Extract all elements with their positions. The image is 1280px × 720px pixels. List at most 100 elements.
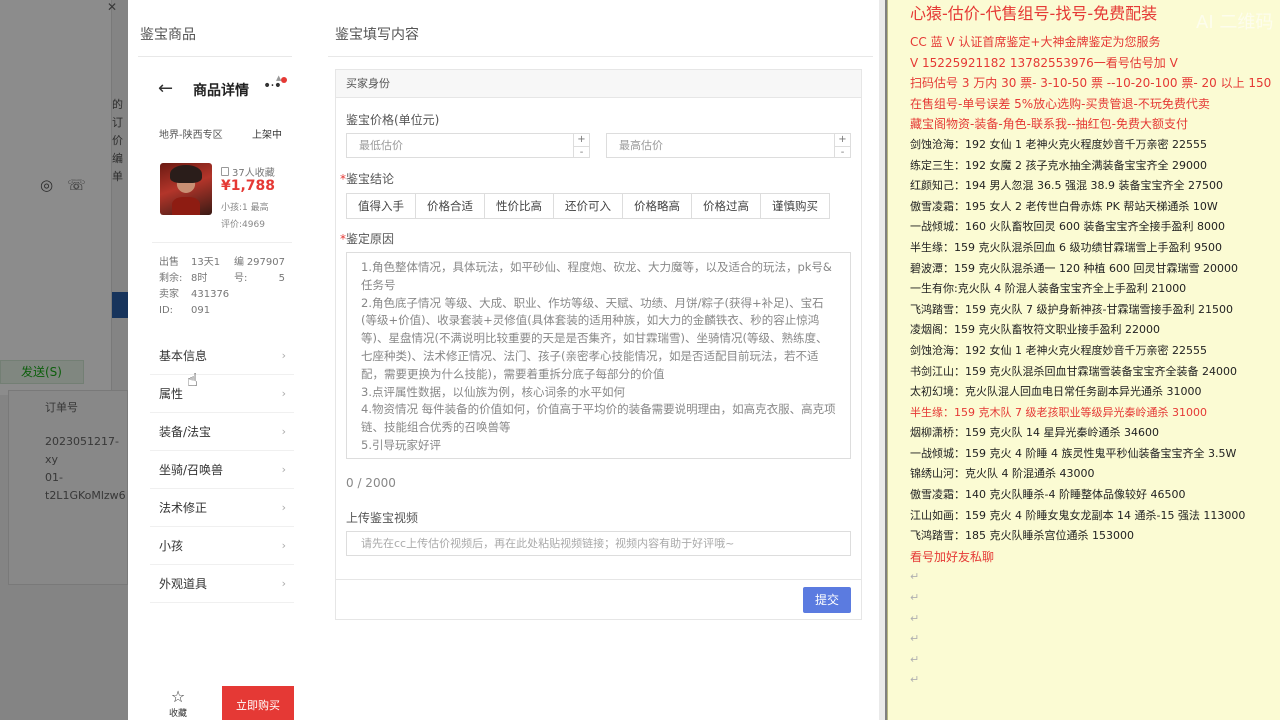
price: ¥1,788 [221,178,276,194]
stat-value: 297907 [246,257,285,268]
reason-placeholder-line: 5.引导玩家好评 [361,437,441,452]
reason-placeholder-line: 2.角色底子情况 等级、大成、职业、作坊等级、天赋、功绩、月饼/粽子(获得+补足… [361,295,828,381]
right-column-title: 鉴宝填写内容 [335,27,419,43]
plus-icon[interactable]: + [835,134,850,146]
product-header: ← 商品详情 •·• [150,70,294,110]
chevron-right-icon: › [281,501,286,514]
menu-item-label: 装备/法宝 [159,425,212,439]
menu-item-basic-info[interactable]: 基本信息 › [150,337,294,375]
menu-item-attributes[interactable]: 属性 › [150,375,294,413]
reason-textarea[interactable]: 1.角色整体情况，具体玩法，如平砂仙、程度炮、砍龙、大力魔等，以及适合的玩法，p… [346,252,851,459]
divider [336,579,861,580]
max-price-placeholder: 最高估价 [619,139,663,152]
note-lines: CC 蓝 V 认证首席鉴定+大神金牌鉴定为您服务 V 15225921182 13… [910,32,1280,691]
note-line: 练定三生：192 女魔 2 孩子克水抽全满装备宝宝齐全 29000 [910,158,1207,172]
verdict-option[interactable]: 价格略高 [623,194,692,218]
note-line: 锦绣山河：克火队 4 阶混通杀 43000 [910,467,1095,481]
form-section-header: 买家身份 [336,70,861,98]
note-line: 在售组号-单号误差 5%放心选购-买贵管退-不玩免费代卖 [910,96,1210,111]
stat-row: ID: 091 [159,303,289,319]
max-price-stepper[interactable]: + - [834,134,850,157]
note-line: 书剑江山：159 克火队混杀回血甘霖瑞雪装备宝宝齐全装备 24000 [910,364,1237,378]
appraisal-form: 买家身份 鉴宝价格(单位元) 最低估价 + - 最高估价 + - *鉴宝结论 值得入… [335,69,862,620]
note-line: CC 蓝 V 认证首席鉴定+大神金牌鉴定为您服务 [910,35,1161,49]
submit-button[interactable]: 提交 [803,587,851,613]
menu-item-appearance[interactable]: 外观道具 › [150,565,294,603]
note-line: 飞鸿踏雪：159 克火队 7 级护身新神孩-甘霖瑞雪接手盈利 21500 [910,302,1233,316]
video-link-input[interactable]: 请先在cc上传估价视频后，再在此处粘贴视频链接；视频内容有助于好评哦~ [346,531,851,556]
chevron-right-icon: › [281,463,286,476]
stat-value: 091 [191,305,211,316]
stat-label: ID: [159,305,174,316]
score-info: 评价:4969 [221,220,265,230]
stat-label: 号: [234,273,248,284]
verdict-option[interactable]: 还价可入 [554,194,623,218]
scroll-up-arrow-icon[interactable]: ▲ [276,74,281,82]
verdict-option[interactable]: 谨慎购买 [761,194,829,218]
note-line: 扫码估号 3 万内 30 票- 3-10-50 票 --10-20-100 票-… [910,76,1272,91]
buy-now-button[interactable]: 立即购买 [222,686,294,720]
appraisal-dialog: 鉴宝商品 鉴宝填写内容 ← 商品详情 •·• 地界-陕西专区 上架中 37人收藏… [128,0,883,720]
verdict-option[interactable]: 价格过高 [692,194,761,218]
verdict-option[interactable]: 价格合适 [416,194,485,218]
chevron-right-icon: › [281,387,286,400]
product-menu: 基本信息 › 属性 › 装备/法宝 › 坐骑/召唤兽 › 法术修正 › 小孩 › 外观道具 › [150,337,294,603]
product-detail-title: 商品详情 [193,83,249,99]
menu-item-label: 外观道具 [159,577,208,591]
note-line: 一战倾城：159 克火 4 阶睡 4 族灵性鬼平秒仙装备宝宝齐全 3.5W [910,446,1237,460]
note-line: 凌烟阁：159 克火队畜牧符文职业接手盈利 22000 [910,323,1160,337]
divider [328,56,873,57]
video-label: 上传鉴宝视频 [346,511,419,525]
min-price-input[interactable]: 最低估价 + - [346,133,590,158]
note-line: 一战倾城：160 火队畜牧回灵 600 装备宝宝齐全接手盈利 8000 [910,220,1225,234]
menu-item-mounts[interactable]: 坐骑/召唤兽 › [150,451,294,489]
stat-label: 出售 [159,257,179,268]
note-empty-line: ↵ [910,611,920,625]
background-app: ✕ ◎ ☏ 发送(S) 的订 价 编 单 订单号 2023051217-xy 0… [0,0,128,720]
minus-icon[interactable]: - [574,145,589,157]
star-icon: ☆ [170,687,186,706]
note-line: 藏宝阁物资-装备-角色-联系我--抽红包-免费大额支付 [910,117,1188,132]
mouse-cursor-icon: ☝ [187,370,198,391]
note-title: 心猿-估价-代售组号-找号-免费配装 [910,4,1158,23]
reason-label-text: 鉴定原因 [346,232,395,246]
note-line: V 15225921182 13782553976一看号估号加 V [910,55,1178,70]
note-line: 剑蚀沧海：192 女仙 1 老神火克火程度妙音千万亲密 22555 [910,137,1207,151]
verdict-options: 值得入手 价格合适 性价比高 还价可入 价格略高 价格过高 谨慎购买 [346,193,830,219]
note-line: 半生缘：159 克火队混杀回血 6 级功绩甘霖瑞雪上手盈利 9500 [910,240,1222,254]
menu-item-label: 基本信息 [159,349,208,363]
menu-item-kids[interactable]: 小孩 › [150,527,294,565]
menu-item-equipment[interactable]: 装备/法宝 › [150,413,294,451]
stat-row: 剩余: 8时 号: 5 [159,271,289,287]
dialog-scrollbar[interactable] [879,0,885,720]
verdict-label-text: 鉴宝结论 [346,172,395,186]
stat-value: 8时 [191,273,208,284]
sale-status: 上架中 [252,130,282,141]
divider [152,242,292,243]
character-counter: 0 / 2000 [346,476,396,490]
favorite-button[interactable]: ☆ 收藏 [150,686,206,720]
reason-label: *鉴定原因 [340,230,394,247]
plus-icon[interactable]: + [574,134,589,146]
min-price-stepper[interactable]: + - [573,134,589,157]
chevron-right-icon: › [281,539,286,552]
note-empty-line: ↵ [910,591,920,605]
kid-info: 小孩:1 最高 [221,203,269,213]
menu-item-spell-correction[interactable]: 法术修正 › [150,489,294,527]
verdict-option[interactable]: 值得入手 [347,194,416,218]
chevron-right-icon: › [281,577,286,590]
note-line: 太初幻境：克火队混人回血电日常任务副本异光通杀 31000 [910,385,1202,399]
note-empty-line: ↵ [910,673,920,687]
verdict-option[interactable]: 性价比高 [485,194,554,218]
note-line: 一生有你:克火队 4 阶混人装备宝宝齐全上手盈利 21000 [910,282,1187,296]
minus-icon[interactable]: - [835,145,850,157]
stat-label: 编 [234,257,244,268]
note-line: 傲雪凌霜：140 克火队睡杀-4 阶睡整体品像较好 46500 [910,488,1186,502]
stat-label: 剩余: [159,273,183,284]
bookmark-icon [221,167,229,176]
note-empty-line: ↵ [910,652,920,666]
back-arrow-icon[interactable]: ← [158,78,173,99]
reason-placeholder-line: 3.点评属性数据，以仙族为例，核心词条的水平如何 [361,384,625,399]
max-price-input[interactable]: 最高估价 + - [606,133,851,158]
left-column-title: 鉴宝商品 [140,27,196,43]
